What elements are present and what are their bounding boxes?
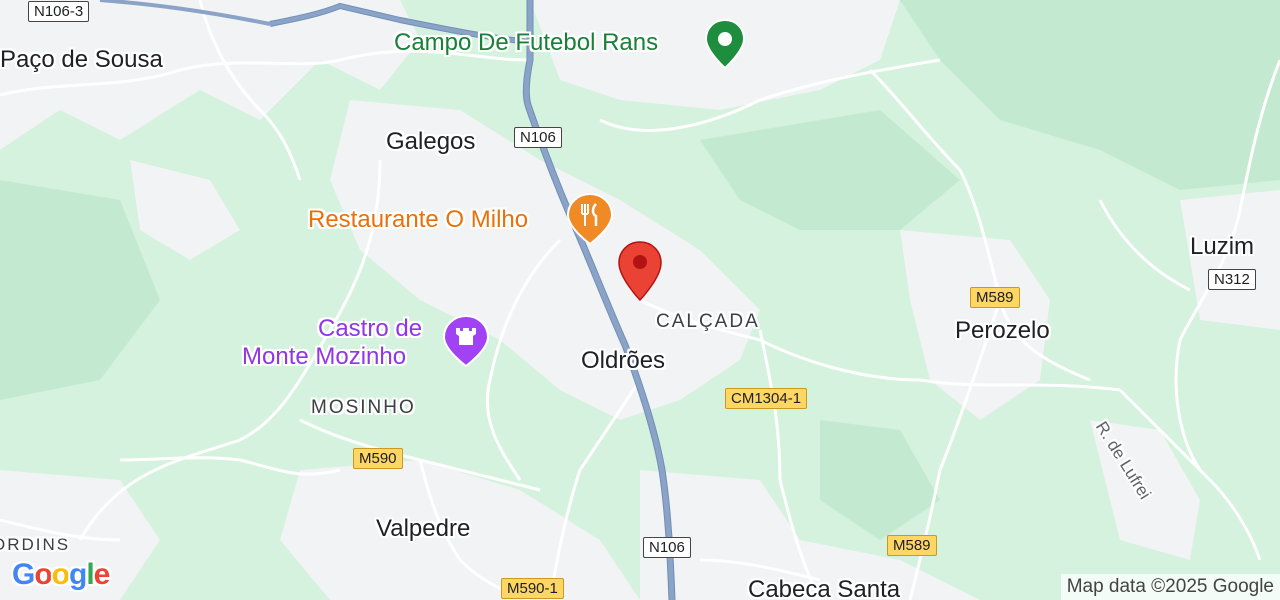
road-shield-n106-bottom[interactable]: N106 [643, 537, 691, 558]
road-shield-m590-1[interactable]: M590-1 [501, 578, 564, 599]
road-shield-n106-3[interactable]: N106-3 [28, 1, 90, 22]
map-attribution[interactable]: Map data ©2025 Google [1060, 574, 1280, 600]
place-label-perozelo[interactable]: Perozelo [955, 317, 1050, 345]
road-shield-m589-top[interactable]: M589 [970, 287, 1020, 308]
place-label-paco-de-sousa[interactable]: Paço de Sousa [0, 46, 163, 74]
poi-label-castro-line1[interactable]: Castro de [318, 315, 422, 343]
place-label-valpedre[interactable]: Valpedre [376, 515, 470, 543]
poi-label-castro-line2[interactable]: Monte Mozinho [242, 343, 406, 371]
road-shield-cm1304-1[interactable]: CM1304-1 [725, 388, 808, 409]
soccer-field-icon[interactable] [704, 18, 746, 70]
place-label-calcada[interactable]: CALÇADA [656, 311, 760, 333]
fork-knife-icon[interactable] [566, 192, 614, 246]
poi-label-campo-de-futebol-rans[interactable]: Campo De Futebol Rans [394, 29, 658, 57]
place-label-ordins[interactable]: ORDINS [0, 535, 70, 555]
place-label-mosinho[interactable]: MOSINHO [311, 397, 416, 419]
road-shield-n106-top[interactable]: N106 [514, 127, 562, 148]
place-label-oldroes[interactable]: Oldrões [581, 347, 665, 375]
road-shield-m589-bottom[interactable]: M589 [887, 535, 937, 556]
road-shield-m590[interactable]: M590 [353, 448, 403, 469]
road-shield-n312[interactable]: N312 [1208, 269, 1256, 290]
place-label-luzim[interactable]: Luzim [1190, 233, 1254, 261]
google-logo: Google [12, 558, 110, 591]
place-label-galegos[interactable]: Galegos [386, 128, 475, 156]
map-canvas[interactable]: Paço de Sousa Galegos Luzim Perozelo Old… [0, 0, 1280, 600]
castle-icon[interactable] [442, 314, 490, 368]
location-pin-icon[interactable] [616, 240, 664, 302]
place-label-cabeca-santa[interactable]: Cabeca Santa [748, 576, 900, 600]
poi-label-restaurante-o-milho[interactable]: Restaurante O Milho [308, 206, 528, 234]
